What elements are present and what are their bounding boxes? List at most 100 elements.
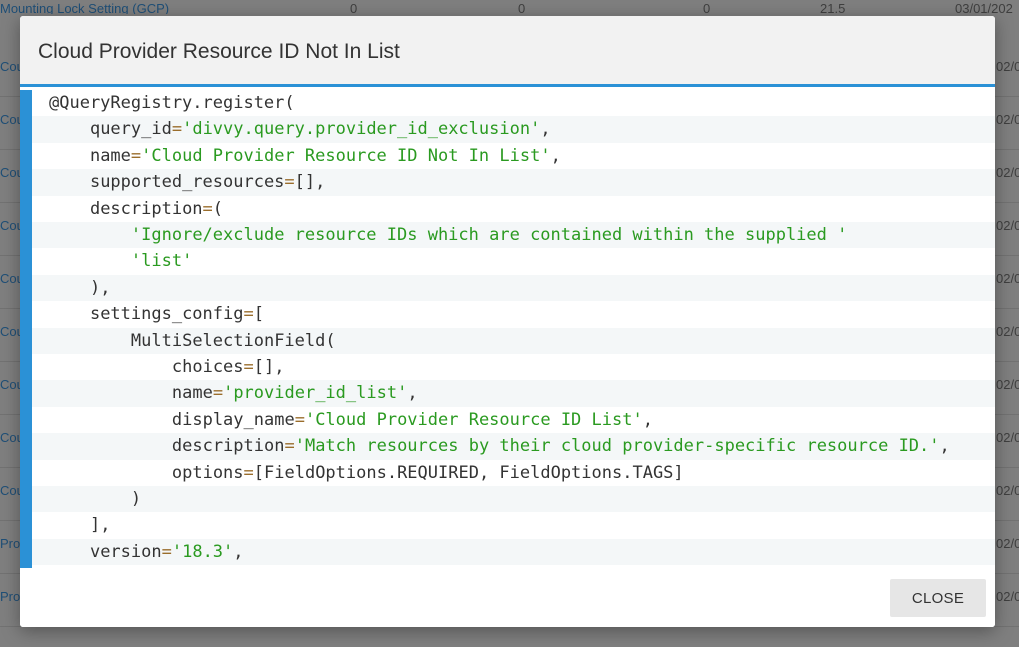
background-row-date: 02/01/20 — [996, 113, 1019, 126]
background-top-row: Mounting Lock Setting (GCP) 0 0 0 21.5 0… — [0, 0, 1019, 14]
code-token: display_name — [171, 409, 295, 430]
code-token: , — [407, 383, 418, 404]
code-line-text: ], — [90, 512, 110, 538]
code-token: '18.3' — [171, 541, 234, 562]
code-token: description — [89, 198, 203, 219]
code-token: MultiSelectionField( — [130, 330, 336, 351]
background-row-date: 02/01/20 — [996, 431, 1019, 444]
code-token: , — [550, 145, 561, 166]
background-row-date: 02/01/20 — [996, 325, 1019, 338]
code-line-text: MultiSelectionField( — [131, 328, 336, 354]
code-line-text: options=[FieldOptions.REQUIRED, FieldOpt… — [172, 460, 684, 486]
background-row-link: Cour — [0, 272, 20, 285]
code-line: supported_resources=[], — [32, 169, 995, 196]
code-line-text: version='18.3', — [90, 539, 244, 565]
background-top-link: Mounting Lock Setting (GCP) — [0, 1, 170, 14]
background-row-link: Cour — [0, 484, 20, 497]
background-row-date: 02/01/20 — [996, 590, 1019, 603]
code-token: version — [89, 541, 162, 562]
code-token: = — [212, 383, 224, 404]
background-row-link: Prov — [0, 590, 20, 603]
code-line: name='Cloud Provider Resource ID Not In … — [32, 143, 995, 169]
background-row-date: 02/01/20 — [996, 484, 1019, 497]
code-line-text: 'Ignore/exclude resource IDs which are c… — [131, 222, 847, 248]
code-line-text: @QueryRegistry.register( — [49, 90, 295, 116]
code-token: = — [243, 462, 254, 483]
background-row-link: Cour — [0, 166, 20, 179]
code-token: = — [284, 172, 295, 193]
code-line: ) — [32, 486, 995, 513]
code-token: 'Cloud Provider Resource ID List' — [304, 409, 643, 430]
code-viewer[interactable]: @QueryRegistry.register( query_id='divvy.… — [20, 90, 995, 568]
modal-title: Cloud Provider Resource ID Not In List — [38, 40, 400, 63]
background-row-link: Cour — [0, 60, 20, 73]
background-row-link: Cour — [0, 378, 20, 391]
code-line: ), — [32, 274, 995, 302]
code-token: name — [171, 383, 213, 404]
code-block: @QueryRegistry.register( query_id='divvy.… — [32, 90, 995, 568]
code-line-text: ), — [90, 275, 110, 301]
background-row-link: Cour — [0, 113, 20, 126]
code-line-text: description='Match resources by their cl… — [172, 433, 950, 459]
background-cell: 0 — [518, 1, 526, 14]
code-token: , — [939, 436, 950, 457]
code-line: query_id='divvy.query.provider_id_exclus… — [32, 116, 995, 143]
code-token: [FieldOptions.REQUIRED, FieldOptions.TAG… — [253, 462, 684, 483]
background-cell: 0 — [703, 1, 711, 14]
code-line: version='18.3', — [32, 538, 995, 566]
background-row-link: Cour — [0, 325, 20, 338]
code-token: = — [130, 145, 142, 166]
code-token: ), — [89, 277, 111, 298]
code-token: [], — [253, 357, 285, 377]
modal-footer: CLOSE — [20, 568, 995, 627]
code-line-text: settings_config=[ — [90, 301, 264, 327]
code-token: supported_resources — [89, 172, 285, 193]
code-token: options — [171, 462, 244, 483]
code-line: 'Ignore/exclude resource IDs which are c… — [32, 222, 995, 249]
code-token: = — [161, 541, 172, 562]
code-token: = — [284, 436, 295, 457]
code-line: description=( — [32, 196, 995, 222]
code-line-text: description=( — [90, 196, 223, 222]
code-token: , — [642, 409, 653, 430]
code-token: = — [294, 409, 305, 430]
code-line: @QueryRegistry.register( — [32, 90, 995, 116]
background-row-date: 02/01/20 — [996, 219, 1019, 232]
code-token: [ — [253, 304, 264, 325]
code-line-text: name='provider_id_list', — [172, 380, 418, 406]
code-token: = — [243, 304, 254, 325]
code-token: @QueryRegistry.register( — [49, 93, 295, 113]
code-line: ], — [32, 512, 995, 538]
code-line-text: display_name='Cloud Provider Resource ID… — [172, 407, 653, 433]
code-token: 'list' — [130, 251, 193, 272]
code-token: query_id — [89, 119, 172, 140]
code-token: name — [89, 145, 131, 166]
code-token: 'provider_id_list' — [223, 383, 408, 404]
close-button[interactable]: CLOSE — [890, 579, 986, 617]
modal-header: Cloud Provider Resource ID Not In List — [20, 16, 995, 87]
code-line-text: ) — [131, 486, 141, 512]
background-row-date: 02/01/20 — [996, 537, 1019, 550]
code-line: display_name='Cloud Provider Resource ID… — [32, 407, 995, 433]
code-token: ( — [212, 198, 224, 219]
code-token: , — [233, 541, 244, 562]
code-line: choices=[], — [32, 354, 995, 380]
code-token: = — [243, 357, 254, 377]
background-row-date: 02/01/20 — [996, 378, 1019, 391]
code-token: choices — [171, 357, 244, 377]
code-token: 'Match resources by their cloud provider… — [294, 436, 940, 457]
background-row-date: 02/01/20 — [996, 166, 1019, 179]
code-line-text: name='Cloud Provider Resource ID Not In … — [90, 143, 561, 169]
code-line: name='provider_id_list', — [32, 380, 995, 407]
background-cell: 0 — [350, 1, 358, 14]
code-line-text: supported_resources=[], — [90, 169, 325, 195]
background-row-date: 02/01/20 — [996, 60, 1019, 73]
background-row-link: Prov — [0, 537, 20, 550]
code-token: ], — [89, 515, 111, 536]
background-row-link: Cour — [0, 219, 20, 232]
code-token: , — [540, 119, 551, 140]
code-token: = — [171, 119, 183, 140]
code-line-text: query_id='divvy.query.provider_id_exclus… — [90, 116, 551, 142]
background-row-date: 02/01/20 — [996, 272, 1019, 285]
background-cell: 03/01/202 — [955, 1, 1013, 14]
